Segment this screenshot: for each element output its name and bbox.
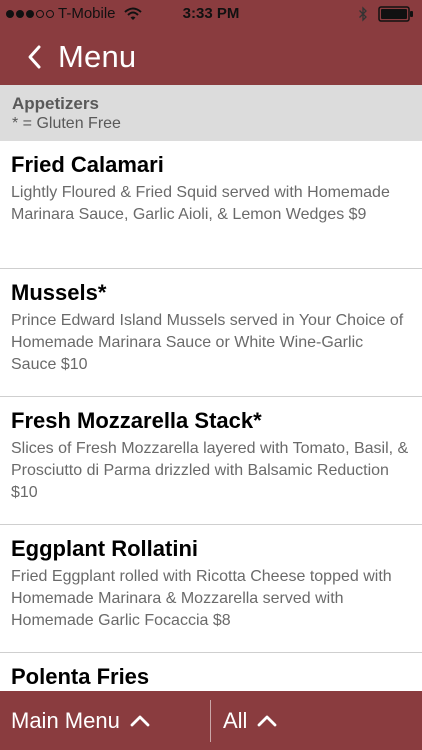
- menu-item[interactable]: Polenta Fries: [0, 653, 422, 691]
- status-right: [358, 6, 414, 22]
- menu-item-name: Fresh Mozzarella Stack*: [11, 408, 262, 433]
- menu-item-description: Lightly Floured & Fried Squid served wit…: [11, 184, 390, 223]
- section-header: Appetizers * = Gluten Free: [0, 85, 422, 141]
- menu-item-name: Fried Calamari: [11, 152, 164, 177]
- menu-item-description: Prince Edward Island Mussels served in Y…: [11, 312, 404, 373]
- menu-item-name: Eggplant Rollatini: [11, 536, 198, 561]
- menu-item-name: Mussels*: [11, 280, 107, 305]
- app-header: T-Mobile 3:33 PM Menu: [0, 0, 422, 85]
- chevron-left-icon[interactable]: [26, 44, 42, 70]
- main-menu-button[interactable]: Main Menu: [0, 691, 210, 750]
- battery-icon: [378, 6, 413, 22]
- status-bar: T-Mobile 3:33 PM: [0, 0, 422, 28]
- menu-item[interactable]: Fried Calamari Lightly Floured & Fried S…: [0, 141, 422, 269]
- bluetooth-icon: [359, 6, 367, 22]
- chevron-up-icon: [130, 715, 150, 726]
- all-button[interactable]: All: [211, 691, 277, 750]
- menu-item[interactable]: Mussels* Prince Edward Island Mussels se…: [0, 269, 422, 397]
- menu-item-description: Fried Eggplant rolled with Ricotta Chees…: [11, 568, 392, 629]
- chevron-up-icon: [258, 715, 277, 726]
- page-title[interactable]: Menu: [58, 41, 136, 72]
- menu-item-name: Polenta Fries: [11, 664, 150, 689]
- menu-list: Fried Calamari Lightly Floured & Fried S…: [0, 141, 422, 691]
- bottom-toolbar: Main Menu All: [0, 691, 422, 750]
- main-menu-label: Main Menu: [11, 707, 120, 733]
- gluten-free-note: * = Gluten Free: [12, 115, 121, 132]
- navigation-bar: Menu: [0, 28, 422, 85]
- all-label: All: [223, 707, 248, 733]
- menu-item-description: Slices of Fresh Mozzarella layered with …: [11, 440, 409, 501]
- menu-item[interactable]: Eggplant Rollatini Fried Eggplant rolled…: [0, 525, 422, 653]
- section-title: Appetizers: [12, 94, 99, 113]
- menu-item[interactable]: Fresh Mozzarella Stack* Slices of Fresh …: [0, 397, 422, 525]
